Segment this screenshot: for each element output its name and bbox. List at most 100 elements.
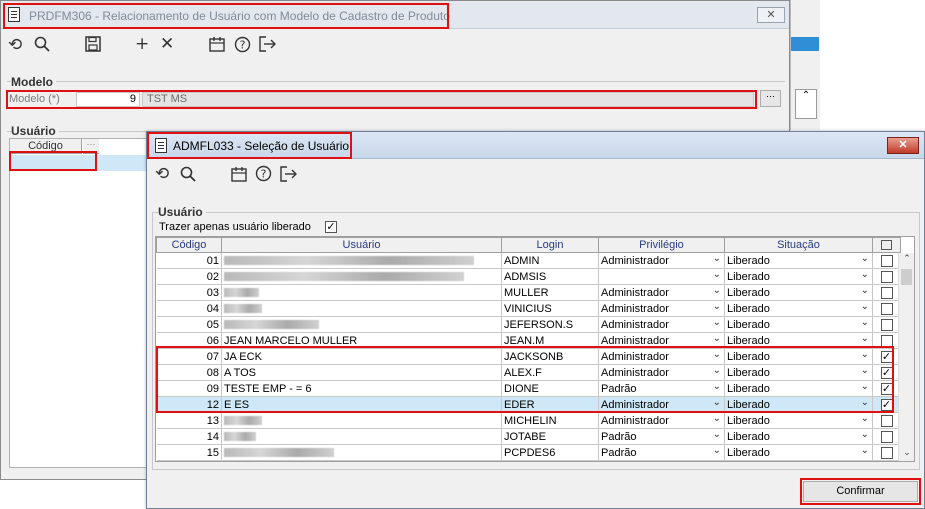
- save-icon[interactable]: [85, 36, 101, 56]
- table-row[interactable]: 15 PCPDES6 Padrão ⌄ Liberado ⌄: [156, 444, 901, 461]
- status-value: Liberado: [727, 446, 770, 459]
- status-select[interactable]: Liberado ⌄: [724, 412, 873, 429]
- row-select-cell[interactable]: [872, 284, 901, 301]
- chevron-down-icon: ⌄: [712, 253, 721, 264]
- scrollbar-thumb[interactable]: [901, 269, 912, 285]
- user-login: PCPDES6: [501, 444, 599, 461]
- login-column-header[interactable]: Login: [501, 237, 599, 253]
- user-name-cell: [221, 300, 502, 317]
- calendar-icon[interactable]: [209, 36, 225, 56]
- privilegio-column-header[interactable]: Privilégio: [598, 237, 725, 253]
- chevron-down-icon: ⌄: [712, 333, 721, 344]
- search-icon[interactable]: [34, 36, 50, 56]
- status-select[interactable]: Liberado ⌄: [724, 268, 873, 285]
- privilege-select[interactable]: Administrador ⌄: [598, 284, 725, 301]
- row-select-cell[interactable]: [872, 252, 901, 269]
- row-select-cell[interactable]: [872, 444, 901, 461]
- usuario-column-header[interactable]: Usuário: [221, 237, 502, 253]
- user-name-cell: [221, 428, 502, 445]
- scroll-down-icon[interactable]: ⌄: [899, 447, 914, 459]
- vertical-scrollbar[interactable]: ⌃ ⌄: [898, 253, 914, 461]
- status-select[interactable]: Liberado ⌄: [724, 444, 873, 461]
- row-checkbox[interactable]: [880, 302, 893, 315]
- select-all-checkbox[interactable]: [881, 240, 892, 251]
- search-icon[interactable]: [180, 166, 196, 186]
- privilege-select[interactable]: Administrador ⌄: [598, 300, 725, 317]
- filter-checkbox[interactable]: ✓: [325, 221, 337, 233]
- modelo-lookup-button[interactable]: ⋯: [760, 90, 781, 107]
- row-select-cell[interactable]: [872, 316, 901, 333]
- redacted-name: [224, 272, 464, 282]
- add-icon[interactable]: +: [135, 35, 149, 53]
- privilege-value: Administrador: [601, 302, 669, 315]
- status-value: Liberado: [727, 270, 770, 283]
- privilege-select[interactable]: Padrão ⌄: [598, 444, 725, 461]
- scroll-up-icon[interactable]: ⌃: [795, 89, 817, 119]
- user-name-cell: [221, 252, 502, 269]
- privilege-select[interactable]: Administrador ⌄: [598, 252, 725, 269]
- privilege-select[interactable]: Administrador ⌄: [598, 412, 725, 429]
- situacao-column-header[interactable]: Situação: [724, 237, 873, 253]
- scroll-up-icon[interactable]: ⌃: [899, 253, 914, 265]
- status-select[interactable]: Liberado ⌄: [724, 284, 873, 301]
- status-select[interactable]: Liberado ⌄: [724, 428, 873, 445]
- title-highlight: [3, 3, 449, 29]
- row-checkbox[interactable]: [880, 286, 893, 299]
- status-select[interactable]: Liberado ⌄: [724, 300, 873, 317]
- chevron-down-icon: ⌄: [860, 429, 869, 440]
- row-select-cell[interactable]: [872, 300, 901, 317]
- svg-text:?: ?: [240, 39, 246, 52]
- row-select-cell[interactable]: [872, 428, 901, 445]
- chevron-down-icon: ⌄: [860, 333, 869, 344]
- status-value: Liberado: [727, 302, 770, 315]
- table-row[interactable]: 02 ADMSIS ⌄ Liberado ⌄: [156, 268, 901, 285]
- help-icon[interactable]: ?: [234, 36, 251, 57]
- user-login: JEFERSON.S: [501, 316, 599, 333]
- table-row[interactable]: 14 JOTABE Padrão ⌄ Liberado ⌄: [156, 428, 901, 445]
- chevron-down-icon: ⌄: [860, 301, 869, 312]
- status-select[interactable]: Liberado ⌄: [724, 252, 873, 269]
- help-icon[interactable]: ?: [255, 165, 272, 186]
- user-login: ADMIN: [501, 252, 599, 269]
- user-code: 05: [156, 316, 222, 333]
- row-checkbox[interactable]: [880, 334, 893, 347]
- table-row[interactable]: 03 MULLER Administrador ⌄ Liberado ⌄: [156, 284, 901, 301]
- chevron-down-icon: ⌄: [860, 253, 869, 264]
- dialog-close-button[interactable]: ✕: [887, 137, 919, 154]
- user-name-cell: [221, 412, 502, 429]
- redacted-name: [224, 304, 262, 314]
- status-select[interactable]: Liberado ⌄: [724, 316, 873, 333]
- privilege-value: Administrador: [601, 334, 669, 347]
- privilege-select[interactable]: Administrador ⌄: [598, 316, 725, 333]
- exit-icon[interactable]: [280, 166, 297, 186]
- refresh-icon[interactable]: ⟲: [8, 36, 22, 54]
- status-value: Liberado: [727, 286, 770, 299]
- row-select-cell[interactable]: [872, 268, 901, 285]
- row-checkbox[interactable]: [880, 430, 893, 443]
- calendar-icon[interactable]: [231, 166, 247, 186]
- privilege-select[interactable]: ⌄: [598, 268, 725, 285]
- refresh-icon[interactable]: ⟲: [155, 165, 169, 183]
- table-row[interactable]: 01 ADMIN Administrador ⌄ Liberado ⌄: [156, 252, 901, 269]
- exit-icon[interactable]: [259, 36, 276, 56]
- row-checkbox[interactable]: [880, 414, 893, 427]
- table-row[interactable]: 05 JEFERSON.S Administrador ⌄ Liberado ⌄: [156, 316, 901, 333]
- table-row[interactable]: 13 MICHELIN Administrador ⌄ Liberado ⌄: [156, 412, 901, 429]
- codigo-column-header[interactable]: Código: [156, 237, 222, 253]
- chevron-down-icon: ⌄: [712, 317, 721, 328]
- chevron-down-icon: ⌄: [860, 285, 869, 296]
- row-checkbox[interactable]: [880, 318, 893, 331]
- chevron-down-icon: ⌄: [712, 445, 721, 456]
- row-select-cell[interactable]: [872, 412, 901, 429]
- row-checkbox[interactable]: [880, 254, 893, 267]
- dialog-title-highlight: [147, 132, 352, 159]
- privilege-select[interactable]: Padrão ⌄: [598, 428, 725, 445]
- redacted-name: [224, 432, 256, 442]
- table-row[interactable]: 04 VINICIUS Administrador ⌄ Liberado ⌄: [156, 300, 901, 317]
- row-checkbox[interactable]: [880, 446, 893, 459]
- bg-close-button[interactable]: ✕: [757, 7, 785, 23]
- row-checkbox[interactable]: [880, 270, 893, 283]
- confirm-highlight: [800, 478, 921, 505]
- delete-icon[interactable]: ✕: [160, 35, 174, 53]
- select-all-header[interactable]: [872, 237, 901, 253]
